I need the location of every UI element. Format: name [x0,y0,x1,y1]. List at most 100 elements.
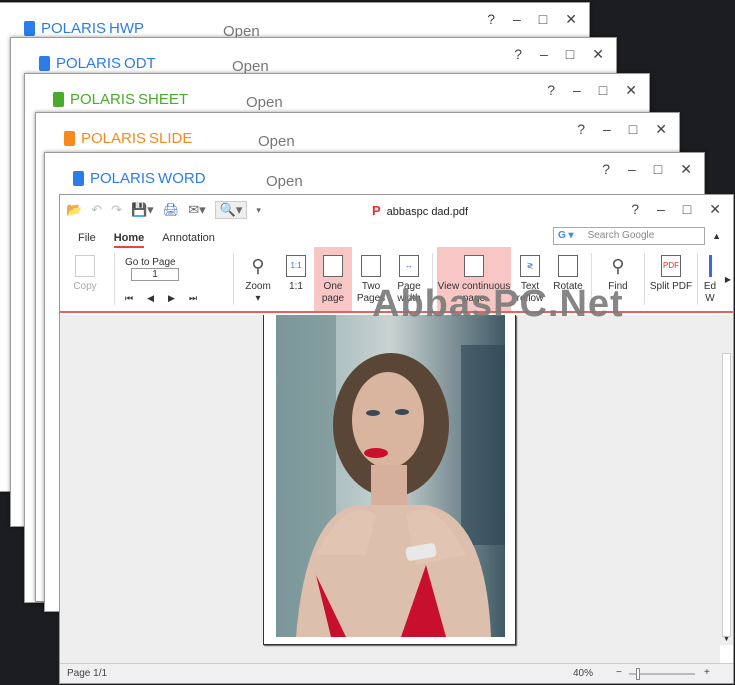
app-title: POLARIS SHEET [53,91,188,108]
continuous-page-icon [464,255,484,277]
maximize-button[interactable]: □ [566,46,574,63]
minimize-button[interactable]: – [513,11,521,28]
collapse-ribbon-icon[interactable]: ▲ [712,231,721,241]
zoom-button[interactable]: ⚲ Zoom ▾ [238,247,278,311]
maximize-button[interactable]: □ [629,121,637,138]
one-page-label: One page [321,281,345,304]
split-pdf-button[interactable]: PDF Split PDF [649,247,693,311]
close-button[interactable]: ✕ [655,121,667,138]
one-page-button[interactable]: One page [314,247,352,311]
close-button[interactable]: ✕ [709,201,721,218]
page-width-icon: ↔ [399,255,419,277]
app-icon [39,56,50,71]
tab-home[interactable]: Home [113,232,145,248]
open-button[interactable]: Open [266,173,303,190]
zoom-slider[interactable] [629,668,695,680]
maximize-button[interactable]: □ [539,11,547,28]
copy-label: Copy [73,281,97,292]
rotate-icon [558,255,578,277]
zoom-out-button[interactable]: − [616,667,622,678]
pdf-viewer-window: 📂 ↶ ↷ 💾▾ 🖨 ✉▾ 🔍▾ ▾ Pabbaspc dad.pdf ? – … [59,194,734,684]
search-zoom-icon[interactable]: 🔍▾ [214,201,248,219]
find-icon: ⚲ [608,255,628,277]
window-title: Pabbaspc dad.pdf [372,203,468,218]
two-pages-icon [361,255,381,277]
scrollbar-thumb[interactable] [722,353,731,637]
app-icon [24,21,35,36]
app-name: ODT [124,55,156,72]
portrait-photo [276,315,505,637]
help-button[interactable]: ? [602,161,610,178]
maximize-button[interactable]: □ [683,201,691,218]
help-button[interactable]: ? [514,46,522,63]
edit-button[interactable]: Ed W [702,247,718,311]
actual-size-label: 1:1 [289,281,303,292]
one-page-icon [323,255,343,277]
ribbon-scroll-right-icon[interactable]: ▶ [725,275,731,284]
maximize-button[interactable]: □ [654,161,662,178]
copy-button[interactable]: Copy [60,247,110,311]
mail-icon[interactable]: ✉▾ [188,202,205,218]
next-page-icon[interactable]: ▶ [168,293,175,304]
tab-file[interactable]: File [78,232,96,248]
zoom-icon: ⚲ [248,255,268,277]
actual-size-icon: 1:1 [286,255,306,277]
minimize-button[interactable]: – [540,46,548,63]
help-button[interactable]: ? [577,121,585,138]
divider [233,253,234,305]
close-button[interactable]: ✕ [625,82,637,99]
minimize-button[interactable]: – [657,201,665,218]
divider [697,253,698,305]
maximize-button[interactable]: □ [599,82,607,99]
minimize-button[interactable]: – [573,82,581,99]
zoom-in-button[interactable]: + [704,667,710,678]
close-button[interactable]: ✕ [592,46,604,63]
actual-size-button[interactable]: 1:1 1:1 [278,247,314,311]
help-button[interactable]: ? [487,11,495,28]
search-placeholder: Search Google [587,230,655,241]
save-icon[interactable]: 💾▾ [131,202,154,218]
minimize-button[interactable]: – [628,161,636,178]
google-icon: G ▾ [558,230,574,241]
redo-icon[interactable]: ↷ [111,202,122,218]
app-name: SHEET [138,91,189,108]
help-button[interactable]: ? [547,82,555,99]
tab-annotation[interactable]: Annotation [162,232,215,248]
copy-icon [75,255,95,277]
window-controls: ? – □ ✕ [631,201,721,218]
brand-label: POLARIS [41,20,107,37]
file-name: abbaspc dad.pdf [386,206,469,218]
goto-page-input[interactable]: 1 [131,268,179,281]
quick-access-toolbar: 📂 ↶ ↷ 💾▾ 🖨 ✉▾ 🔍▾ ▾ [66,201,261,219]
watermark: AbbasPC.Net [372,283,624,325]
open-button[interactable]: Open [246,94,283,111]
close-button[interactable]: ✕ [565,11,577,28]
document-view [60,315,720,663]
open-button[interactable]: Open [258,133,295,150]
text-reflow-icon: ≷ [520,255,540,277]
page-indicator: Page 1/1 [67,668,108,679]
open-folder-icon[interactable]: 📂 [66,202,82,218]
zoom-slider-thumb[interactable] [635,668,640,680]
customize-qat-icon[interactable]: ▾ [256,205,261,216]
undo-icon[interactable]: ↶ [91,202,102,218]
app-title: POLARIS ODT [39,55,156,72]
scroll-down-icon[interactable]: ▼ [723,636,730,643]
divider [644,253,645,305]
help-button[interactable]: ? [631,201,639,218]
first-page-icon[interactable]: ⏮ [125,293,133,304]
minimize-button[interactable]: – [603,121,611,138]
last-page-icon[interactable]: ⏭ [189,293,197,304]
app-title: POLARIS SLIDE [64,130,192,147]
vertical-scrollbar[interactable]: ▼ [720,315,733,645]
split-pdf-label: Split PDF [649,281,693,292]
close-button[interactable]: ✕ [680,161,692,178]
zoom-percent: 40% [573,668,594,679]
search-google-input[interactable]: G ▾ Search Google [553,227,705,245]
prev-page-icon[interactable]: ◀ [147,293,154,304]
split-pdf-icon: PDF [661,255,681,277]
app-title: POLARIS WORD [73,170,206,187]
divider [114,253,115,305]
print-icon[interactable]: 🖨 [163,202,180,218]
pdf-logo-icon: P [372,203,381,218]
